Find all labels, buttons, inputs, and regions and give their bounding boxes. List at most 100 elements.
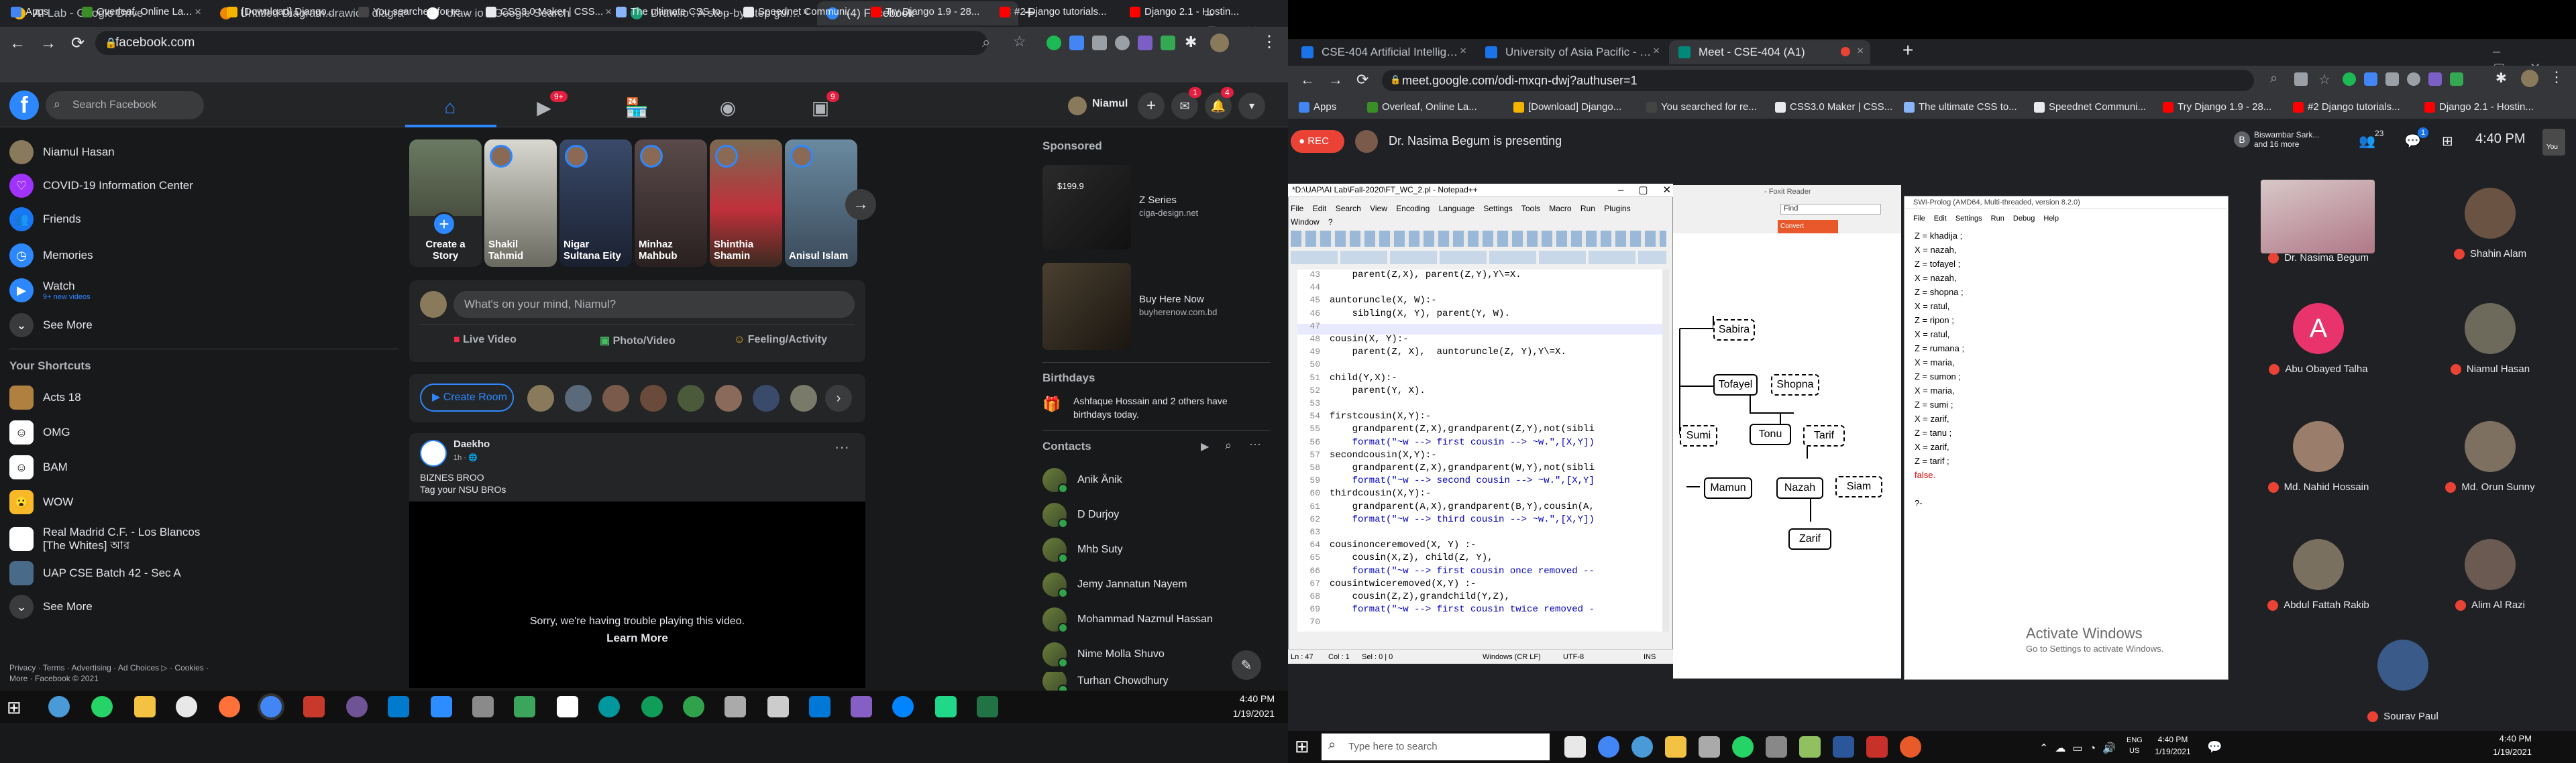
swi-prolog-icon[interactable] xyxy=(1900,736,1921,758)
participant-tile[interactable]: Md. Nahid Hossain xyxy=(2231,413,2406,524)
page-avatar[interactable] xyxy=(420,440,447,467)
close-tab-icon[interactable]: × xyxy=(1857,44,1864,58)
bookmark-search[interactable]: You searched for re... xyxy=(1645,99,1757,115)
messenger-icon[interactable] xyxy=(892,696,914,717)
bookmark-django-hosting[interactable]: Django 2.1 - Hostin... xyxy=(1128,4,1239,20)
participant-tile[interactable]: Niamul Hasan xyxy=(2403,295,2576,406)
diagram-node[interactable]: Sabira xyxy=(1713,319,1755,341)
diagram-node[interactable]: Sumi xyxy=(1680,425,1717,447)
create-room-button[interactable]: ▶ Create Room xyxy=(420,384,514,412)
participant-tile[interactable]: Shahin Alam xyxy=(2403,180,2576,290)
story-card[interactable]: Nigar Sultana Eity xyxy=(559,139,632,267)
participant-tile[interactable]: Abdul Fattah Rakib xyxy=(2231,531,2406,642)
sidebar-item-profile[interactable]: Niamul Hasan xyxy=(9,135,398,169)
notifications-icon[interactable]: 💬 xyxy=(2207,740,2222,754)
participant-tile[interactable]: Md. Orun Sunny xyxy=(2403,413,2576,524)
bookmark-try-django[interactable]: Try Django 1.9 - 28... xyxy=(869,4,979,20)
bookmark-overleaf[interactable]: Overleaf, Online La... xyxy=(1366,99,1477,115)
notepadpp-toolbar[interactable] xyxy=(1291,231,1666,247)
shortcut-item[interactable]: ☺ OMG xyxy=(9,416,398,449)
sidebar-item-friends[interactable]: 👥 Friends xyxy=(9,202,398,236)
bookmark-django-download[interactable]: [Download] Django... xyxy=(225,4,335,20)
extension-icon[interactable] xyxy=(2450,72,2463,86)
system-tray-icons[interactable]: ⌃☁▭◔🔊 xyxy=(2039,742,2123,755)
diagram-node[interactable]: Mamun xyxy=(1704,477,1752,499)
notepadpp-menu[interactable]: File Edit Search View Encoding Language … xyxy=(1291,204,1640,213)
ad-title[interactable]: Buy Here Now xyxy=(1139,294,1204,305)
close-tab-icon[interactable]: × xyxy=(1653,44,1660,58)
taskbar-app-icon[interactable] xyxy=(48,696,70,717)
windows-start-icon[interactable]: ⊞ xyxy=(1295,736,1309,757)
diagram-node[interactable]: Tofayel xyxy=(1713,374,1758,396)
taskbar-app-icon[interactable] xyxy=(767,696,789,717)
arduino-icon[interactable] xyxy=(598,696,620,717)
vertical-scrollbar[interactable] xyxy=(1662,270,1669,632)
settings-icon[interactable] xyxy=(1699,736,1720,758)
video-call-icon[interactable]: ▶ xyxy=(1201,440,1209,453)
photos-icon[interactable] xyxy=(1766,736,1787,758)
extension-icon[interactable] xyxy=(1069,36,1084,50)
diagram-node[interactable]: Nazah xyxy=(1776,477,1823,499)
contact-item[interactable]: Jemy Jannatun Nayem xyxy=(1042,567,1284,602)
taskbar-app-icon[interactable] xyxy=(176,696,197,717)
avatar[interactable] xyxy=(715,385,742,412)
taskbar-search-input[interactable]: Type here to search xyxy=(1322,733,1550,760)
extension-icon[interactable] xyxy=(2343,72,2356,86)
avatar[interactable] xyxy=(565,385,592,412)
footer-links[interactable]: Privacy · Terms · Advertising · Ad Choic… xyxy=(9,662,224,684)
taskbar-time[interactable]: 4:40 PM xyxy=(2149,735,2196,744)
pycharm-icon[interactable] xyxy=(935,696,957,717)
whatsapp-icon[interactable] xyxy=(1732,736,1754,758)
extension-icon[interactable] xyxy=(1115,36,1130,50)
tab-cse404-course[interactable]: CSE-404 Artificial Intelligence an× xyxy=(1292,40,1473,64)
search-icon[interactable]: ⌕ xyxy=(982,34,990,51)
notepadpp-menu-2[interactable]: Window ? xyxy=(1291,217,1333,227)
shortcut-item[interactable]: ☺ BAM xyxy=(9,451,398,484)
diagram-node[interactable]: Shopna xyxy=(1771,374,1819,396)
extension-icon[interactable] xyxy=(2385,72,2399,86)
video-player[interactable] xyxy=(409,502,865,688)
sidebar-item-covid[interactable]: ♡ COVID-19 Information Center xyxy=(9,169,398,202)
chrome-icon[interactable] xyxy=(260,696,282,717)
swi-menu[interactable]: File Edit Settings Run Debug Help xyxy=(1913,215,2059,223)
file-icon[interactable] xyxy=(557,696,578,717)
chrome-icon[interactable] xyxy=(1598,736,1619,758)
close-tab-icon[interactable]: × xyxy=(1460,44,1466,58)
diagram-node[interactable]: Siam xyxy=(1835,476,1882,497)
search-icon[interactable]: ⌕ xyxy=(1225,438,1232,453)
file-explorer-icon[interactable] xyxy=(134,696,156,717)
vscode-icon[interactable] xyxy=(388,696,409,717)
new-tab-button[interactable]: + xyxy=(1902,40,1923,60)
nav-buttons[interactable]: ←→⟳ xyxy=(9,34,99,53)
notepadpp-file-tabs[interactable] xyxy=(1291,251,1666,264)
url-omnibox[interactable]: meet.google.com/odi-mxqn-dwj?authuser=1 xyxy=(1382,70,2254,91)
extension-icon[interactable] xyxy=(1092,36,1107,50)
contacts-options-icon[interactable]: ··· xyxy=(1249,437,1261,451)
avatar[interactable] xyxy=(640,385,667,412)
avatar[interactable] xyxy=(527,385,554,412)
sidebar-see-more[interactable]: ⌄ See More xyxy=(9,308,398,342)
extension-icon[interactable] xyxy=(1161,36,1175,50)
url-omnibox[interactable]: facebook.com xyxy=(95,31,987,55)
live-video-button[interactable]: ■ Live Video xyxy=(453,334,517,346)
bookmark-speednet[interactable]: Speednet Communi... xyxy=(2033,99,2146,115)
bookmark-django-download[interactable]: [Download] Django... xyxy=(1512,99,1621,115)
close-tab-icon[interactable]: × xyxy=(195,5,201,19)
taskbar-app-icon[interactable] xyxy=(641,696,663,717)
sidebar-item-memories[interactable]: ◷ Memories xyxy=(9,239,398,272)
bookmark-search[interactable]: You searched for re... xyxy=(357,4,469,20)
create-button[interactable]: + xyxy=(1138,93,1165,119)
ad-image[interactable]: $199.9 xyxy=(1042,165,1131,249)
participants-summary[interactable]: Biswambar Sark... and 16 more xyxy=(2254,130,2328,149)
whatsapp-icon[interactable] xyxy=(91,696,113,717)
star-icon[interactable]: ☆ xyxy=(2318,71,2330,88)
story-card[interactable]: Shinthia Shamin xyxy=(710,139,782,267)
rooms-next-arrow-icon[interactable]: › xyxy=(825,385,852,412)
bookmark-django-hosting[interactable]: Django 2.1 - Hostin... xyxy=(2423,99,2534,115)
stories-next-arrow-icon[interactable]: → xyxy=(845,189,876,220)
taskbar-date[interactable]: 1/19/2021 xyxy=(1228,708,1275,719)
extension-icon[interactable] xyxy=(2407,72,2420,86)
extension-icon[interactable] xyxy=(2364,72,2377,86)
camera-icon[interactable] xyxy=(2294,72,2308,86)
nav-home-icon[interactable]: ⌂ xyxy=(400,90,500,125)
